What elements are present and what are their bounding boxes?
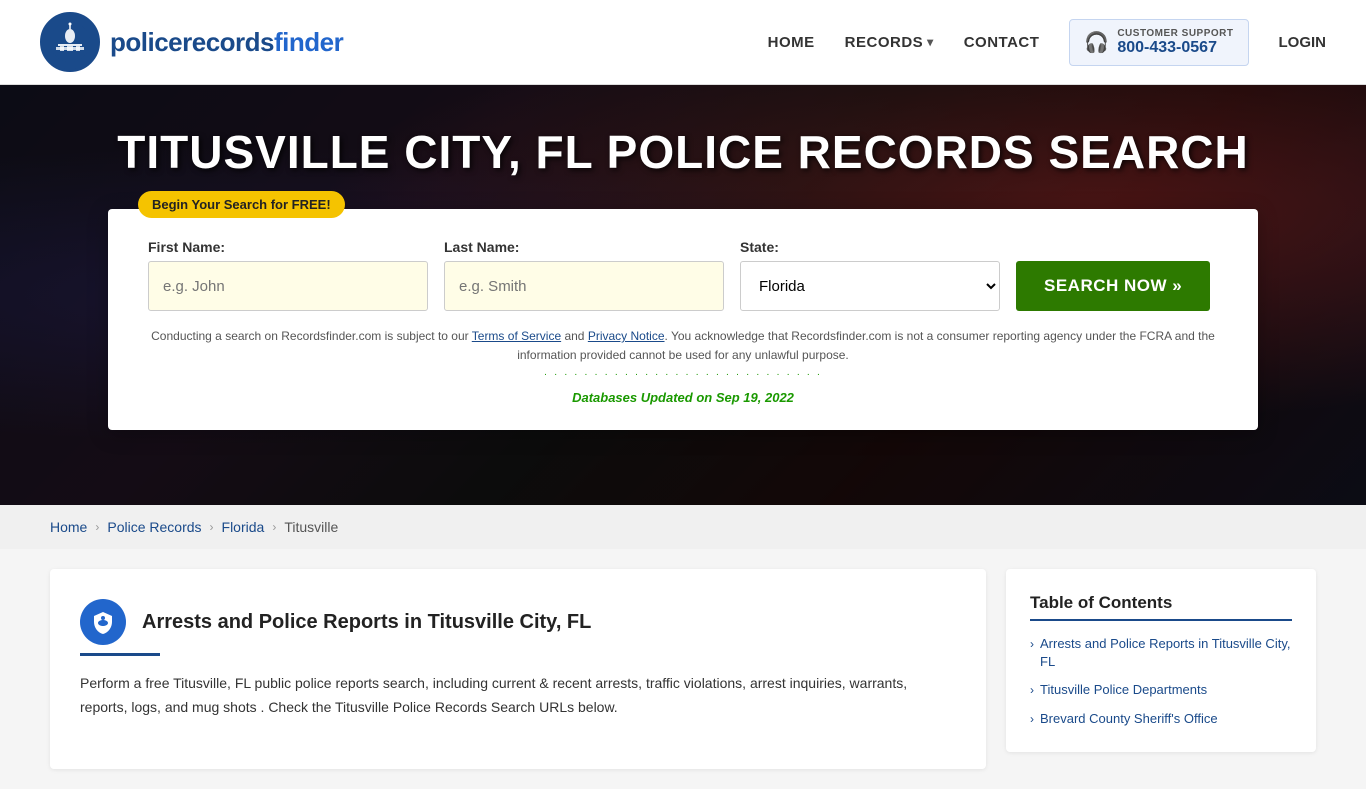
- toc-chevron-icon: ›: [1030, 712, 1034, 726]
- first-name-group: First Name:: [148, 239, 428, 311]
- nav-contact[interactable]: CONTACT: [964, 34, 1040, 51]
- hero-title: TITUSVILLE CITY, FL POLICE RECORDS SEARC…: [117, 125, 1248, 179]
- search-card: Begin Your Search for FREE! First Name: …: [108, 209, 1258, 430]
- free-badge: Begin Your Search for FREE!: [138, 191, 345, 218]
- support-number: 800-433-0567: [1117, 39, 1233, 57]
- breadcrumb-sep-2: ›: [210, 520, 214, 534]
- content-card: Arrests and Police Reports in Titusville…: [50, 569, 986, 769]
- hero-section: TITUSVILLE CITY, FL POLICE RECORDS SEARC…: [0, 85, 1366, 505]
- breadcrumb-police-records[interactable]: Police Records: [107, 519, 201, 535]
- divider-dots: · · · · · · · · · · · · · · · · · · · · …: [148, 369, 1218, 380]
- nav-records[interactable]: RECORDS ▾: [845, 34, 934, 51]
- toc-chevron-icon: ›: [1030, 683, 1034, 697]
- state-select[interactable]: Florida Alabama Alaska Arizona Californi…: [740, 261, 1000, 311]
- toc-list-item: › Titusville Police Departments: [1030, 681, 1292, 699]
- last-name-group: Last Name:: [444, 239, 724, 311]
- logo-icon: [40, 12, 100, 72]
- support-label: CUSTOMER SUPPORT: [1117, 28, 1233, 39]
- terms-link[interactable]: Terms of Service: [472, 329, 561, 343]
- header: policerecordsfinder HOME RECORDS ▾ CONTA…: [0, 0, 1366, 85]
- badge-icon: [80, 599, 126, 645]
- state-label: State:: [740, 239, 1000, 255]
- state-group: State: Florida Alabama Alaska Arizona Ca…: [740, 239, 1000, 311]
- last-name-input[interactable]: [444, 261, 724, 311]
- main-nav: HOME RECORDS ▾ CONTACT 🎧 CUSTOMER SUPPOR…: [768, 19, 1326, 66]
- content-title: Arrests and Police Reports in Titusville…: [142, 611, 591, 634]
- toc-card: Table of Contents › Arrests and Police R…: [1006, 569, 1316, 752]
- content-body: Perform a free Titusville, FL public pol…: [80, 672, 956, 720]
- toc-link[interactable]: Arrests and Police Reports in Titusville…: [1040, 635, 1292, 671]
- login-button[interactable]: LOGIN: [1279, 34, 1327, 51]
- shield-star-icon: [91, 610, 115, 634]
- logo[interactable]: policerecordsfinder: [40, 12, 343, 72]
- first-name-label: First Name:: [148, 239, 428, 255]
- title-underline: [80, 653, 160, 656]
- content-header: Arrests and Police Reports in Titusville…: [80, 599, 956, 645]
- nav-home[interactable]: HOME: [768, 34, 815, 51]
- breadcrumb-sep-3: ›: [272, 520, 276, 534]
- capitol-icon: [50, 22, 90, 62]
- logo-text: policerecordsfinder: [110, 27, 343, 58]
- toc-list-item: › Brevard County Sheriff's Office: [1030, 710, 1292, 728]
- breadcrumb-sep-1: ›: [95, 520, 99, 534]
- headset-icon: 🎧: [1084, 30, 1109, 55]
- toc-title: Table of Contents: [1030, 593, 1292, 613]
- last-name-label: Last Name:: [444, 239, 724, 255]
- privacy-link[interactable]: Privacy Notice: [588, 329, 665, 343]
- chevron-down-icon: ▾: [927, 35, 934, 49]
- breadcrumb: Home › Police Records › Florida › Titusv…: [0, 505, 1366, 549]
- toc-link[interactable]: Brevard County Sheriff's Office: [1040, 710, 1218, 728]
- db-updated: Databases Updated on Sep 19, 2022: [148, 390, 1218, 405]
- first-name-input[interactable]: [148, 261, 428, 311]
- main-content: Arrests and Police Reports in Titusville…: [0, 549, 1366, 789]
- breadcrumb-home[interactable]: Home: [50, 519, 87, 535]
- toc-link[interactable]: Titusville Police Departments: [1040, 681, 1207, 699]
- customer-support-button[interactable]: 🎧 CUSTOMER SUPPORT 800-433-0567: [1069, 19, 1248, 66]
- search-form: First Name: Last Name: State: Florida Al…: [148, 239, 1218, 311]
- toc-chevron-icon: ›: [1030, 637, 1034, 651]
- toc-underline: [1030, 619, 1292, 621]
- disclaimer-text: Conducting a search on Recordsfinder.com…: [148, 327, 1218, 365]
- breadcrumb-florida[interactable]: Florida: [222, 519, 265, 535]
- toc-list: › Arrests and Police Reports in Titusvil…: [1030, 635, 1292, 728]
- breadcrumb-current: Titusville: [284, 519, 338, 535]
- search-now-button[interactable]: SEARCH NOW »: [1016, 261, 1210, 311]
- toc-list-item: › Arrests and Police Reports in Titusvil…: [1030, 635, 1292, 671]
